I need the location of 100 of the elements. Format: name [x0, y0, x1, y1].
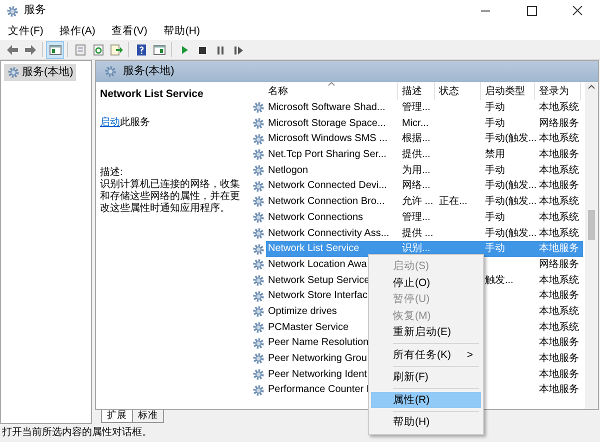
- menu-item[interactable]: 重新启动(E): [371, 324, 481, 340]
- status-bar-text: 打开当前所选内容的属性对话框。: [1, 426, 153, 440]
- tab[interactable]: 标准: [132, 410, 164, 423]
- table-cell-text: 本地系统: [539, 320, 579, 335]
- service-name: Network Connection Bro...: [268, 195, 385, 210]
- service-name: Peer Networking Grou: [268, 352, 367, 366]
- tab[interactable]: 扩展: [101, 410, 133, 423]
- console-tree-icon[interactable]: [48, 44, 62, 56]
- table-cell-text: 手动: [485, 210, 505, 225]
- table-cell-text: 触发...: [485, 274, 514, 288]
- table-cell-text: 管理...: [402, 210, 430, 225]
- tree-item[interactable]: 服务(本地): [4, 64, 76, 82]
- resume-icon[interactable]: [232, 44, 244, 56]
- export-icon[interactable]: [110, 44, 122, 56]
- gear-icon: [252, 101, 265, 114]
- service-name: Netlogon: [268, 164, 308, 178]
- table-cell-text: 本地系统: [539, 226, 579, 240]
- table-cell-text: 提供 ...: [402, 226, 434, 240]
- pane-title: 服务(本地): [123, 64, 174, 78]
- properties-icon[interactable]: [74, 44, 86, 56]
- gear-icon: [252, 352, 265, 366]
- table-cell-text: 本地系统: [539, 274, 579, 288]
- table-cell-text: 手动: [485, 100, 505, 115]
- table-cell-text: 本地服务: [539, 242, 579, 256]
- menu-item[interactable]: 帮助(H): [155, 24, 208, 38]
- table-cell-text: 管理...: [402, 101, 430, 115]
- table-cell-text: 本地系统: [539, 100, 579, 115]
- column-header[interactable]: 状态: [435, 82, 481, 100]
- table-cell-text: 本地服务: [539, 288, 579, 304]
- menu-item[interactable]: 刷新(F): [371, 369, 481, 386]
- window-title: 服务: [24, 4, 46, 18]
- description-label: 描述:: [100, 166, 124, 178]
- description-text: 识别计算机已连接的网络，收集和存储这些网络的属性，并在更改这些属性时通知应用程序。: [100, 178, 241, 215]
- scrollbar[interactable]: [585, 82, 598, 409]
- service-name: Net.Tcp Port Sharing Ser...: [268, 148, 386, 162]
- table-cell-text: 本地服务: [539, 368, 579, 382]
- service-name: Microsoft Storage Space...: [268, 116, 386, 131]
- start-link[interactable]: 启动: [100, 116, 120, 128]
- gear-icon: [252, 336, 265, 350]
- gear-icon: [252, 164, 265, 178]
- menu-item[interactable]: 操作(A): [51, 24, 104, 38]
- back-arrow-icon[interactable]: [6, 44, 18, 56]
- table-cell-text: 网络...: [402, 179, 430, 194]
- gear-icon: [252, 195, 265, 208]
- service-name: Network List Service: [100, 88, 204, 101]
- submenu-arrow: >: [466, 348, 473, 362]
- table-cell-text: 本地服务: [539, 352, 579, 366]
- service-name: Network Connected Devi...: [268, 179, 387, 194]
- column-header[interactable]: 描述: [398, 82, 435, 100]
- table-cell-text: 禁用: [485, 148, 505, 162]
- help-icon[interactable]: [134, 44, 148, 56]
- table-cell-text: 正在...: [439, 195, 468, 210]
- gear-icon: [7, 66, 20, 80]
- panel-icon[interactable]: [152, 44, 166, 56]
- column-header[interactable]: 登录为: [535, 82, 581, 100]
- table-cell-text: 识别...: [402, 242, 430, 256]
- table-cell-text: 手动: [485, 116, 505, 131]
- gear-icon: [252, 320, 265, 334]
- table-cell-text: 本地系统: [539, 164, 579, 178]
- menu-item[interactable]: 所有任务(K) >: [371, 346, 481, 363]
- gear-icon: [252, 274, 265, 287]
- service-name: Peer Networking Ident: [268, 368, 367, 382]
- table-cell-text: 本地服务: [539, 336, 579, 350]
- table-cell-text: 本地服务: [539, 178, 579, 194]
- service-name: Microsoft Software Shad...: [268, 101, 386, 115]
- scroll-thumb[interactable]: [588, 210, 595, 240]
- table-cell-text: 网络服务: [539, 258, 579, 272]
- menu-item[interactable]: 帮助(H): [371, 414, 481, 430]
- table-cell-text: 手动(触发...: [485, 194, 537, 210]
- service-name: Network List Service: [268, 242, 360, 256]
- service-name: Optimize drives: [268, 304, 337, 319]
- table-cell-text: 本地服务: [539, 382, 579, 398]
- gear-icon: [252, 242, 265, 256]
- menu-item[interactable]: 文件(F): [0, 24, 52, 38]
- table-cell-text: Micr...: [402, 116, 429, 131]
- gear-icon: [104, 65, 117, 78]
- close-icon[interactable]: [572, 6, 582, 16]
- service-name: Network Location Awa: [268, 258, 367, 272]
- gear-icon: [252, 384, 265, 397]
- table-cell-text: 为用...: [402, 164, 430, 178]
- gear-icon: [6, 4, 19, 18]
- table-cell-text: 手动(触发...: [485, 132, 537, 146]
- service-name: Microsoft Windows SMS ...: [268, 132, 388, 146]
- menu-item[interactable]: 属性(R): [371, 392, 481, 408]
- service-name: Network Setup Service: [268, 274, 370, 288]
- table-cell-text: 本地系统: [539, 132, 579, 146]
- forward-arrow-icon[interactable]: [24, 44, 36, 56]
- column-header[interactable]: 启动类型: [481, 82, 535, 100]
- service-name: Performance Counter I: [268, 383, 370, 398]
- gear-icon: [252, 132, 265, 146]
- table-cell-text: 本地系统: [539, 194, 579, 210]
- refresh-icon[interactable]: [92, 44, 104, 56]
- maximize-icon[interactable]: [526, 6, 536, 16]
- menu-item[interactable]: 停止(O): [371, 274, 481, 291]
- table-cell-text: 手动: [485, 164, 505, 178]
- service-name: Network Connections: [268, 210, 364, 225]
- column-header[interactable]: 名称: [264, 82, 398, 100]
- menu-item[interactable]: 查看(V): [103, 24, 156, 38]
- gear-icon: [252, 305, 265, 318]
- gear-icon: [252, 211, 265, 224]
